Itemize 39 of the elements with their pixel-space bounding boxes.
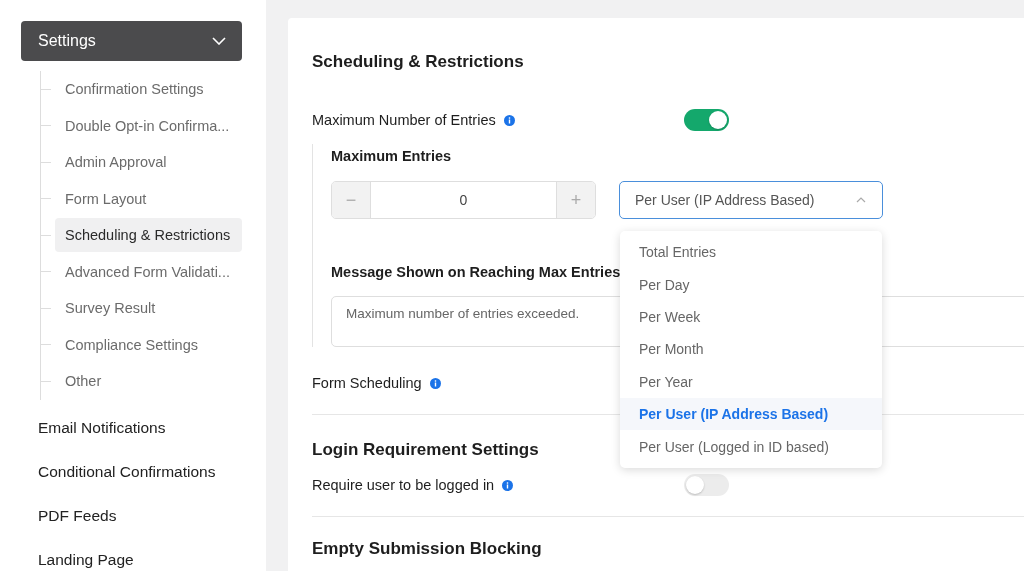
number-input[interactable]: 0 [370,182,557,218]
dropdown-option[interactable]: Per Month [620,333,882,366]
sidebar-subitem[interactable]: Confirmation Settings [55,72,242,107]
dropdown-option[interactable]: Per Year [620,365,882,398]
number-field[interactable]: − 0 + [331,181,596,219]
sidebar-subitem[interactable]: Compliance Settings [55,327,242,362]
section-title: Empty Submission Blocking [312,539,542,559]
info-icon[interactable] [503,114,515,126]
dropdown-option[interactable]: Per Day [620,268,882,301]
sidebar-subitem[interactable]: Admin Approval [55,145,242,180]
sidebar-subitem[interactable]: Other [55,364,242,399]
sidebar-subitem[interactable]: Form Layout [55,181,242,216]
info-icon[interactable] [429,377,441,389]
info-icon[interactable] [502,479,514,491]
sidebar-subitem[interactable]: Survey Result [55,291,242,326]
setting-label: Require user to be logged in [312,477,495,493]
sidebar-subitem[interactable]: Double Opt-in Confirma... [55,108,242,143]
toggle-switch[interactable] [684,109,729,131]
settings-menu-header[interactable]: Settings [21,21,242,61]
sidebar-item[interactable]: Conditional Confirmations [21,449,242,494]
sidebar-item[interactable]: PDF Feeds [21,493,242,538]
section-title: Scheduling & Restrictions [312,52,524,72]
dropdown-option[interactable]: Per Week [620,300,882,334]
caret-icon [856,197,866,203]
sidebar-item[interactable]: Landing Page [21,537,242,571]
field-label: Message Shown on Reaching Max Entries [331,264,622,282]
period-select[interactable]: Per User (IP Address Based) [619,181,883,219]
dropdown-option[interactable]: Per User (Logged in ID based) [620,430,882,463]
dropdown-option[interactable]: Per User (IP Address Based) [620,397,882,431]
setting-label: Maximum Number of Entries [312,112,496,128]
setting-label: Form Scheduling [312,375,422,391]
field-label: Maximum Entries [331,148,453,166]
sidebar-item[interactable]: Email Notifications [21,405,242,450]
sidebar-subitem[interactable]: Scheduling & Restrictions [55,218,242,253]
section-title: Login Requirement Settings [312,440,539,460]
dropdown-option[interactable]: Total Entries [620,236,882,269]
settings-label: Settings [38,32,96,50]
sidebar-subitem[interactable]: Advanced Form Validati... [55,254,242,289]
toggle-switch[interactable] [684,474,729,496]
